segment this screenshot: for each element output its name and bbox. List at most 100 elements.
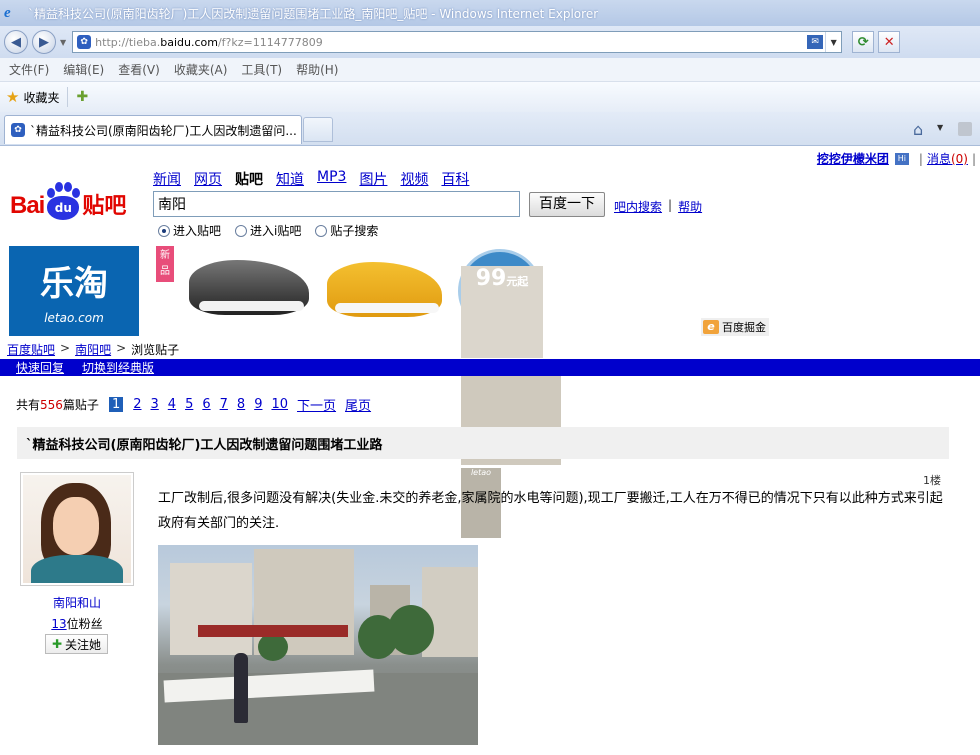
radio-enter-tieba[interactable]: 进入贴吧	[158, 222, 221, 239]
menu-bar: 文件(F) 编辑(E) 查看(V) 收藏夹(A) 工具(T) 帮助(H)	[0, 58, 980, 82]
messages-link[interactable]: 消息(0)	[927, 150, 968, 167]
page-link[interactable]: 7	[220, 397, 228, 412]
new-tab-button[interactable]	[303, 117, 333, 142]
nav-mp3[interactable]: MP3	[317, 169, 346, 189]
switch-classic-link[interactable]: 切换到经典版	[82, 359, 154, 376]
tab-title: `精益科技公司(原南阳齿轮厂)工人因改制遗留问...	[30, 123, 297, 138]
address-dropdown-icon[interactable]: ▼	[825, 32, 841, 52]
stop-icon: ✕	[883, 34, 895, 50]
avatar[interactable]	[20, 472, 134, 586]
plus-icon: ✚	[51, 637, 63, 651]
hi-icon[interactable]: Hi	[894, 152, 909, 165]
breadcrumb-nanyang[interactable]: 南阳吧	[75, 341, 111, 358]
nav-tieba: 贴吧	[235, 172, 263, 188]
bar-search-link[interactable]: 吧内搜索	[614, 198, 662, 215]
search-mode-radios: 进入贴吧 进入i贴吧 贴子搜索	[158, 222, 392, 239]
poster-name[interactable]: 南阳和山	[20, 594, 134, 611]
page-link[interactable]: 4	[168, 397, 176, 412]
star-icon[interactable]: ★	[6, 88, 19, 106]
baidu-tieba-logo[interactable]: Bai du 贴吧	[10, 170, 146, 220]
radio-unchecked-icon	[315, 224, 328, 237]
page-link[interactable]: 2	[133, 397, 141, 412]
user-bar: 挖挖伊檬米团 Hi | 消息(0) |	[817, 150, 980, 167]
price-badge: 99元起 全场特价 letao	[458, 249, 561, 538]
logo-tieba-text: 贴吧	[82, 194, 127, 219]
compatibility-view-icon[interactable]: ✉	[807, 35, 824, 49]
username-link[interactable]: 挖挖伊檬米团	[817, 150, 889, 167]
favorites-bar: ★ 收藏夹 ✚	[0, 82, 980, 112]
back-arrow-icon: ◀	[11, 34, 21, 50]
menu-favorites[interactable]: 收藏夹(A)	[174, 61, 228, 78]
new-products-tag: 新品	[156, 246, 174, 282]
address-bar[interactable]: ✿ http://tieba.baidu.com/f?kz=1114777809…	[72, 31, 843, 53]
add-favorite-icon[interactable]: ✚	[76, 89, 88, 105]
rss-icon[interactable]	[958, 122, 972, 136]
page-link[interactable]: 10	[271, 397, 288, 412]
radio-unchecked-icon	[235, 224, 248, 237]
nav-images[interactable]: 图片	[359, 169, 387, 189]
thread-toolbar: 快速回复 切换到经典版	[0, 359, 980, 376]
shoe-image	[189, 260, 309, 315]
breadcrumb-tieba[interactable]: 百度贴吧	[7, 341, 55, 358]
menu-tools[interactable]: 工具(T)	[241, 61, 282, 78]
nav-news[interactable]: 新闻	[153, 169, 181, 189]
nav-baike[interactable]: 百科	[441, 169, 469, 189]
stop-button[interactable]: ✕	[878, 31, 901, 53]
thread-title: `精益科技公司(原南阳齿轮厂)工人因改制遗留问题围堵工业路	[17, 427, 949, 459]
logo-text: Bai	[10, 192, 45, 219]
last-page-link[interactable]: 尾页	[345, 395, 371, 414]
favorites-button[interactable]: 收藏夹	[23, 89, 59, 106]
baidu-favicon-icon: ✿	[77, 35, 92, 49]
menu-help[interactable]: 帮助(H)	[296, 61, 338, 78]
menu-view[interactable]: 查看(V)	[118, 61, 160, 78]
page-link[interactable]: 9	[254, 397, 262, 412]
back-button[interactable]: ◀	[4, 30, 28, 54]
page-link[interactable]: 5	[185, 397, 193, 412]
follow-button[interactable]: ✚ 关注她	[45, 634, 108, 654]
forward-arrow-icon: ▶	[39, 34, 49, 50]
pipe-separator: |	[918, 151, 923, 166]
baidu-paw-icon: du	[45, 180, 81, 220]
nav-video[interactable]: 视频	[400, 169, 428, 189]
window-title: `精益科技公司(原南阳齿轮厂)工人因改制遗留问题围堵工业路_南阳吧_贴吧 - W…	[28, 6, 599, 21]
product-nav: 新闻 网页 贴吧 知道 MP3 图片 视频 百科	[153, 169, 482, 189]
page-link[interactable]: 3	[151, 397, 159, 412]
breadcrumb: 百度贴吧 > 南阳吧 > 浏览贴子	[7, 341, 180, 358]
page-link[interactable]: 8	[237, 397, 245, 412]
pagination: 共有556篇贴子 1 2 3 4 5 6 7 8 9 10 下一页 尾页	[16, 395, 380, 414]
radio-checked-icon	[158, 224, 170, 237]
radio-post-search[interactable]: 贴子搜索	[315, 222, 378, 239]
post-photo[interactable]	[158, 545, 478, 745]
quick-reply-link[interactable]: 快速回复	[16, 359, 64, 376]
next-page-link[interactable]: 下一页	[297, 395, 336, 414]
search-links: 吧内搜索 | 帮助	[614, 198, 702, 215]
search-input[interactable]	[153, 191, 520, 217]
banner-ad[interactable]: 乐淘 letao.com 新品 99元起 全场特价 letao e 百度掘金	[9, 246, 769, 538]
page-current: 1	[108, 397, 124, 412]
search-button[interactable]: 百度一下	[529, 192, 605, 217]
home-icon[interactable]: ⌂	[913, 120, 923, 139]
home-dropdown-icon[interactable]: ▼	[937, 123, 943, 132]
address-url: http://tieba.baidu.com/f?kz=1114777809	[95, 35, 323, 49]
nav-web[interactable]: 网页	[194, 169, 222, 189]
menu-file[interactable]: 文件(F)	[9, 61, 49, 78]
pipe-separator: |	[971, 151, 976, 166]
forward-button[interactable]: ▶	[32, 30, 56, 54]
shoe-image	[327, 262, 442, 317]
tab-row: ✿ `精益科技公司(原南阳齿轮厂)工人因改制遗留问... ⌂ ▼	[0, 112, 980, 146]
refresh-button[interactable]: ⟳	[852, 31, 875, 53]
page-link[interactable]: 6	[202, 397, 210, 412]
menu-edit[interactable]: 编辑(E)	[63, 61, 104, 78]
baidu-favicon-icon: ✿	[11, 123, 25, 137]
ad-label: e 百度掘金	[701, 318, 769, 336]
post-content: 工厂改制后,很多问题没有解决(失业金.未交的养老金,家属院的水电等问题),现工厂…	[158, 491, 943, 531]
baidu-jujin-icon: e	[703, 320, 719, 334]
ie-logo-icon: e	[4, 5, 11, 21]
tab-current[interactable]: ✿ `精益科技公司(原南阳齿轮厂)工人因改制遗留问...	[4, 115, 302, 144]
poster-fans[interactable]: 13位粉丝	[20, 615, 134, 632]
radio-enter-itieba[interactable]: 进入i贴吧	[235, 222, 301, 239]
window-titlebar: e `精益科技公司(原南阳齿轮厂)工人因改制遗留问题围堵工业路_南阳吧_贴吧 -…	[0, 0, 980, 26]
help-link[interactable]: 帮助	[678, 198, 702, 215]
nav-zhidao[interactable]: 知道	[276, 169, 304, 189]
history-dropdown-icon[interactable]: ▼	[60, 38, 66, 47]
